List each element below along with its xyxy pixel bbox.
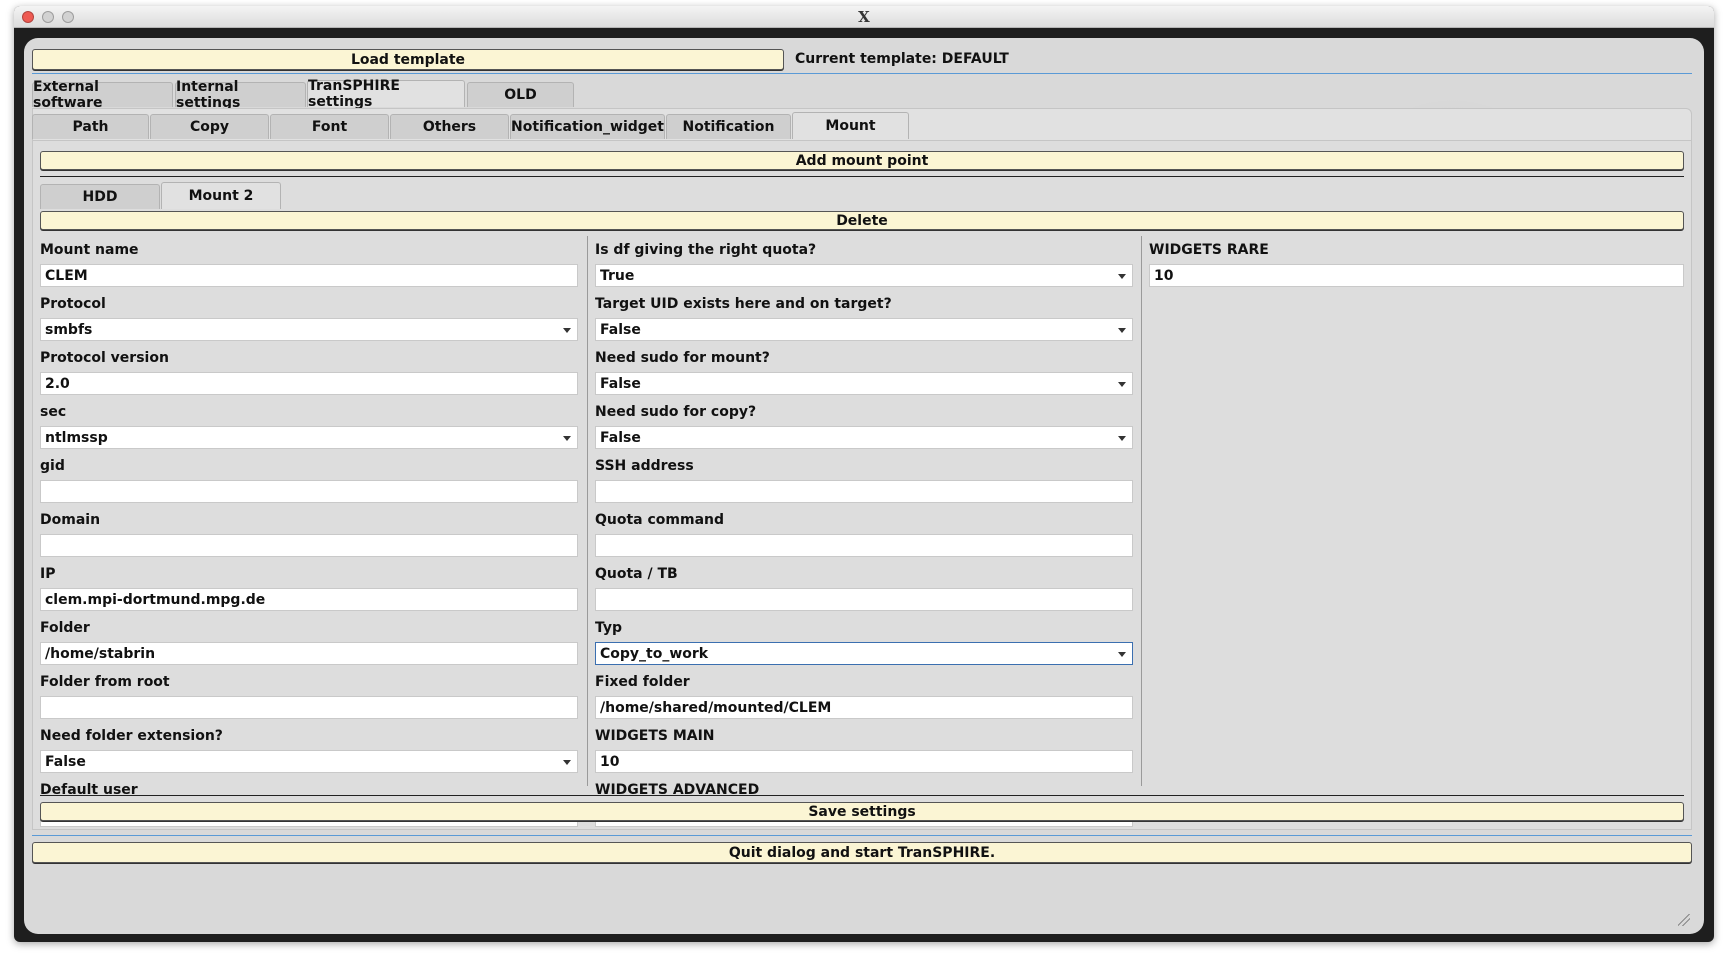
- field-label: SSH address: [595, 458, 694, 474]
- column-separator: [587, 236, 588, 786]
- field-label: Need folder extension?: [40, 728, 223, 744]
- field-label: Typ: [595, 620, 623, 636]
- resize-grip-icon[interactable]: [1678, 914, 1690, 926]
- field-label: Mount name: [40, 242, 139, 258]
- widgets-main-input[interactable]: 10: [595, 750, 1133, 773]
- field-label: Fixed folder: [595, 674, 690, 690]
- tab-mount-2[interactable]: Mount 2: [161, 182, 281, 209]
- delete-mount-button[interactable]: Delete: [40, 211, 1684, 230]
- window-title: X: [858, 8, 870, 26]
- tab-copy[interactable]: Copy: [150, 114, 269, 139]
- fixed-folder-input[interactable]: /home/shared/mounted/CLEM: [595, 696, 1133, 719]
- field-label: Quota / TB: [595, 566, 678, 582]
- need-sudo-for-copy-dropdown[interactable]: False: [595, 426, 1133, 449]
- tab-hdd[interactable]: HDD: [40, 184, 160, 209]
- sec-dropdown[interactable]: ntlmssp: [40, 426, 578, 449]
- field-label: Need sudo for mount?: [595, 350, 770, 366]
- mount-divider: [40, 176, 1684, 177]
- gid-input[interactable]: [40, 480, 578, 503]
- typ-dropdown[interactable]: Copy_to_work: [595, 642, 1133, 665]
- save-divider: [40, 795, 1684, 796]
- save-settings-button[interactable]: Save settings: [40, 802, 1684, 821]
- domain-input[interactable]: [40, 534, 578, 557]
- settings-dialog: Load template Current template: DEFAULT …: [24, 38, 1704, 934]
- need-sudo-for-mount-dropdown[interactable]: False: [595, 372, 1133, 395]
- tab-mount[interactable]: Mount: [792, 112, 909, 139]
- field-label: sec: [40, 404, 67, 420]
- need-folder-extension-dropdown[interactable]: False: [40, 750, 578, 773]
- app-window: X Load template Current template: DEFAUL…: [14, 6, 1714, 942]
- quota-command-input[interactable]: [595, 534, 1133, 557]
- protocol-dropdown[interactable]: smbfs: [40, 318, 578, 341]
- tab-internal-settings[interactable]: Internal settings: [175, 79, 306, 111]
- tab-notification[interactable]: Notification: [666, 114, 791, 139]
- ssh-address-input[interactable]: [595, 480, 1133, 503]
- tab-external-software[interactable]: External software: [32, 79, 173, 111]
- field-label: Folder from root: [40, 674, 170, 690]
- field-label: WIDGETS MAIN: [595, 728, 715, 744]
- widgets-rare-input[interactable]: 10: [1149, 264, 1684, 287]
- target-uid-exists-here-and-on-target-dropdown[interactable]: False: [595, 318, 1133, 341]
- quit-and-start-button[interactable]: Quit dialog and start TranSPHIRE.: [32, 842, 1692, 863]
- protocol-version-input[interactable]: 2.0: [40, 372, 578, 395]
- tab-font[interactable]: Font: [270, 114, 389, 139]
- column-separator: [1141, 236, 1142, 786]
- current-template-text: Current template: DEFAULT: [795, 51, 1009, 67]
- quota-tb-input[interactable]: [595, 588, 1133, 611]
- tab-notification-widget[interactable]: Notification_widget: [510, 114, 665, 139]
- field-label: Target UID exists here and on target?: [595, 296, 892, 312]
- field-label: Protocol: [40, 296, 106, 312]
- tab-transphire-settings[interactable]: TranSPHIRE settings: [307, 78, 465, 110]
- folder-input[interactable]: /home/stabrin: [40, 642, 578, 665]
- footer-divider: [32, 835, 1692, 836]
- tab-others[interactable]: Others: [390, 114, 509, 139]
- field-label: Folder: [40, 620, 90, 636]
- field-label: Need sudo for copy?: [595, 404, 757, 420]
- ip-input[interactable]: clem.mpi-dortmund.mpg.de: [40, 588, 578, 611]
- folder-from-root-input[interactable]: [40, 696, 578, 719]
- window-titlebar: X: [14, 6, 1714, 28]
- field-label: Is df giving the right quota?: [595, 242, 817, 258]
- tab-old[interactable]: OLD: [467, 82, 574, 107]
- field-label: Quota command: [595, 512, 725, 528]
- field-label: Protocol version: [40, 350, 169, 366]
- field-label: gid: [40, 458, 65, 474]
- field-label: WIDGETS RARE: [1149, 242, 1269, 258]
- load-template-button[interactable]: Load template: [32, 49, 784, 70]
- field-label: IP: [40, 566, 56, 582]
- mount-name-input[interactable]: CLEM: [40, 264, 578, 287]
- is-df-giving-the-right-quota-dropdown[interactable]: True: [595, 264, 1133, 287]
- tab-path[interactable]: Path: [32, 114, 149, 139]
- header-divider: [32, 73, 1692, 74]
- add-mount-point-button[interactable]: Add mount point: [40, 151, 1684, 170]
- field-label: Domain: [40, 512, 101, 528]
